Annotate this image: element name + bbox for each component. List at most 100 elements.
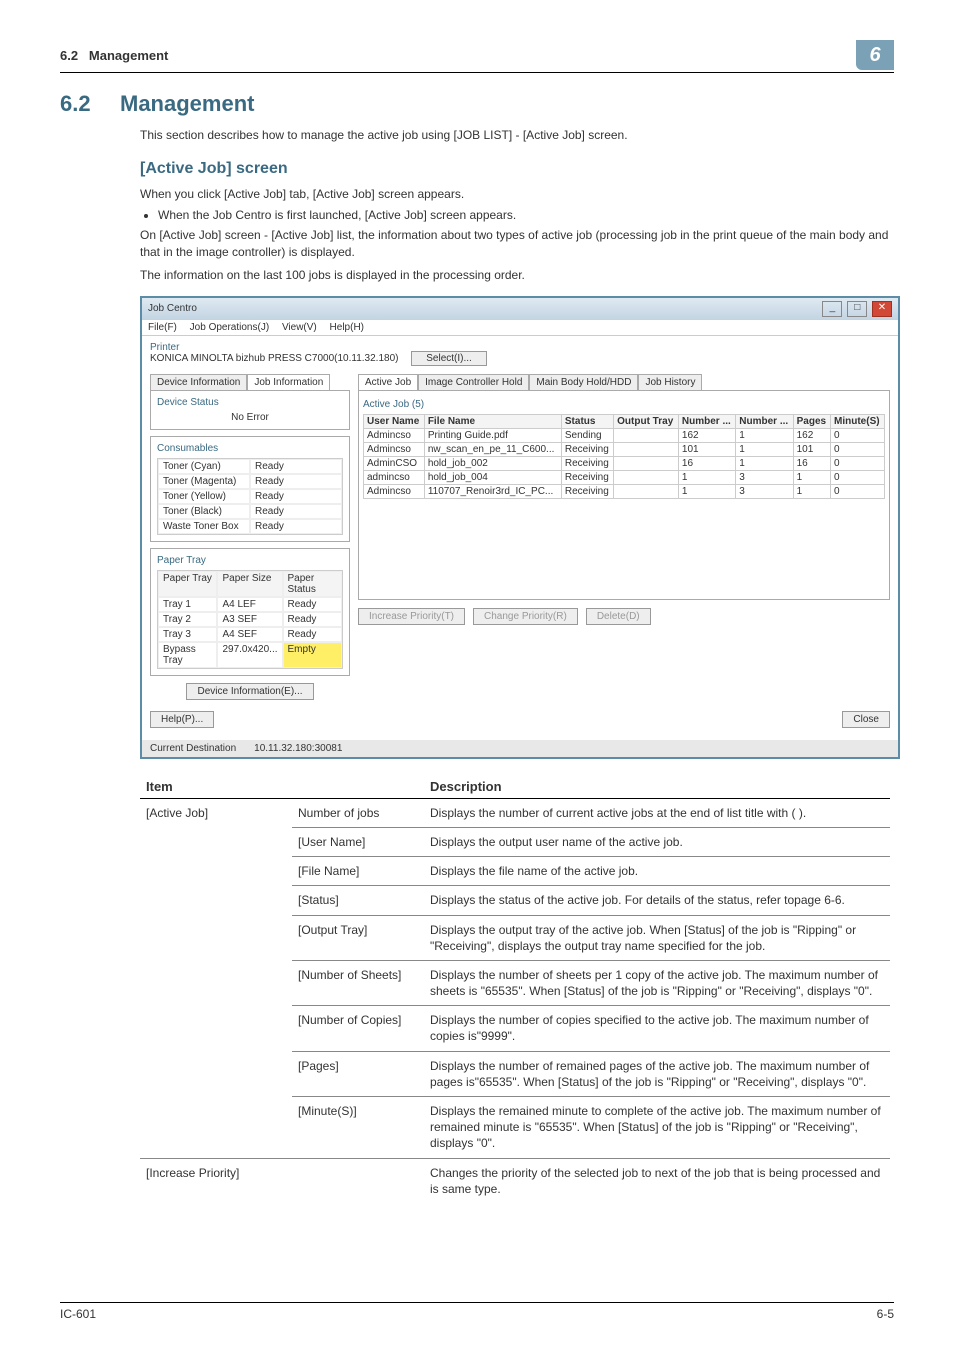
tray-cell: 297.0x420... bbox=[217, 642, 282, 668]
select-button[interactable]: Select(I)... bbox=[411, 351, 487, 366]
desc-text: Displays the number of copies specified … bbox=[424, 1006, 890, 1051]
desc-sub: [Pages] bbox=[292, 1051, 424, 1096]
desc-text: Displays the number of current active jo… bbox=[424, 798, 890, 827]
desc-text: Displays the number of remained pages of… bbox=[424, 1051, 890, 1096]
job-cell bbox=[614, 456, 679, 470]
job-cell: admincso bbox=[364, 470, 425, 484]
consumable-cell: Ready bbox=[250, 519, 342, 534]
tray-cell: Ready bbox=[283, 627, 342, 642]
increase-priority-button[interactable]: Increase Priority(T) bbox=[358, 608, 465, 625]
heading-2: [Active Job] screen bbox=[60, 160, 894, 178]
job-cell bbox=[614, 442, 679, 456]
table-row[interactable]: AdmincsoPrinting Guide.pdfSending1621162… bbox=[364, 428, 885, 442]
help-button[interactable]: Help(P)... bbox=[150, 711, 214, 728]
job-cell: 16 bbox=[793, 456, 830, 470]
tab-active-job[interactable]: Active Job bbox=[358, 374, 418, 390]
status-address: 10.11.32.180:30081 bbox=[254, 743, 342, 754]
job-col: Pages bbox=[793, 414, 830, 428]
consumable-cell: Ready bbox=[250, 504, 342, 519]
job-cell: 162 bbox=[793, 428, 830, 442]
table-row[interactable]: admincsohold_job_004Receiving1310 bbox=[364, 470, 885, 484]
delete-button[interactable]: Delete(D) bbox=[586, 608, 651, 625]
desc-text: Displays the output user name of the act… bbox=[424, 827, 890, 856]
tab-mainbody-hold[interactable]: Main Body Hold/HDD bbox=[529, 374, 638, 390]
consumable-cell: Waste Toner Box bbox=[158, 519, 250, 534]
paragraph: When you click [Active Job] tab, [Active… bbox=[140, 186, 894, 203]
desc-item: [Active Job] bbox=[140, 798, 292, 1158]
desc-text: Displays the number of sheets per 1 copy… bbox=[424, 960, 890, 1005]
tray-cell: Tray 1 bbox=[158, 597, 217, 612]
tray-head: Paper Tray bbox=[158, 571, 217, 597]
tray-cell: A4 LEF bbox=[217, 597, 282, 612]
job-cell: 0 bbox=[831, 442, 885, 456]
consumable-cell: Toner (Yellow) bbox=[158, 489, 250, 504]
tab-ic-hold[interactable]: Image Controller Hold bbox=[418, 374, 529, 390]
job-cell bbox=[614, 484, 679, 498]
menu-job-ops[interactable]: Job Operations(J) bbox=[190, 322, 269, 333]
tab-job-info[interactable]: Job Information bbox=[247, 374, 330, 390]
job-cell: 1 bbox=[793, 470, 830, 484]
tab-device-info[interactable]: Device Information bbox=[150, 374, 247, 390]
consumable-cell: Toner (Black) bbox=[158, 504, 250, 519]
job-col: Minute(S) bbox=[831, 414, 885, 428]
job-cell: 0 bbox=[831, 428, 885, 442]
desc-text: Displays the output tray of the active j… bbox=[424, 915, 890, 960]
paper-tray-grid: Paper TrayPaper SizePaper StatusTray 1A4… bbox=[157, 570, 343, 669]
menu-file[interactable]: File(F) bbox=[148, 322, 177, 333]
job-col: Status bbox=[561, 414, 613, 428]
desc-sub: [Number of Copies] bbox=[292, 1006, 424, 1051]
consumable-cell: Ready bbox=[250, 474, 342, 489]
tray-cell: Bypass Tray bbox=[158, 642, 217, 668]
consumable-cell: Ready bbox=[250, 489, 342, 504]
desc-sub: [Minute(S)] bbox=[292, 1097, 424, 1159]
active-job-count: Active Job (5) bbox=[363, 399, 885, 410]
paragraph: The information on the last 100 jobs is … bbox=[140, 267, 894, 284]
tray-cell: Empty bbox=[283, 642, 342, 668]
job-cell bbox=[614, 428, 679, 442]
job-cell: Sending bbox=[561, 428, 613, 442]
status-dest-label: Current Destination bbox=[150, 743, 236, 754]
desc-text: Changes the priority of the selected job… bbox=[424, 1158, 890, 1203]
change-priority-button[interactable]: Change Priority(R) bbox=[473, 608, 578, 625]
device-status-value: No Error bbox=[157, 412, 343, 423]
job-cell: hold_job_004 bbox=[424, 470, 561, 484]
close-button[interactable]: Close bbox=[842, 711, 890, 728]
heading-1: 6.2Management bbox=[60, 91, 894, 117]
job-col: Number ... bbox=[736, 414, 793, 428]
menu-help[interactable]: Help(H) bbox=[330, 322, 364, 333]
job-cell: 0 bbox=[831, 470, 885, 484]
desc-row: [Increase Priority]Changes the priority … bbox=[140, 1158, 890, 1203]
table-row[interactable]: AdminCSOhold_job_002Receiving161160 bbox=[364, 456, 885, 470]
job-cell: 1 bbox=[678, 470, 735, 484]
menu-view[interactable]: View(V) bbox=[282, 322, 317, 333]
job-cell: 1 bbox=[736, 428, 793, 442]
minimize-icon[interactable]: _ bbox=[822, 301, 842, 317]
job-cell bbox=[614, 470, 679, 484]
device-info-button[interactable]: Device Information(E)... bbox=[186, 683, 313, 700]
job-cell: 0 bbox=[831, 484, 885, 498]
section-number: 6.2 bbox=[60, 48, 78, 63]
desc-sub: [Number of Sheets] bbox=[292, 960, 424, 1005]
desc-sub: [User Name] bbox=[292, 827, 424, 856]
table-row[interactable]: Admincso110707_Renoir3rd_IC_PC...Receivi… bbox=[364, 484, 885, 498]
job-cell: Receiving bbox=[561, 470, 613, 484]
maximize-icon[interactable]: □ bbox=[847, 301, 867, 317]
table-row[interactable]: Admincsonw_scan_en_pe_11_C600...Receivin… bbox=[364, 442, 885, 456]
job-cell: Printing Guide.pdf bbox=[424, 428, 561, 442]
dtable-head-desc: Description bbox=[424, 775, 890, 799]
consumable-cell: Toner (Magenta) bbox=[158, 474, 250, 489]
window-buttons: _ □ ✕ bbox=[820, 301, 892, 317]
menu-bar: File(F) Job Operations(J) View(V) Help(H… bbox=[142, 320, 898, 336]
job-cell: Receiving bbox=[561, 456, 613, 470]
close-icon[interactable]: ✕ bbox=[872, 301, 892, 317]
tab-job-history[interactable]: Job History bbox=[638, 374, 702, 390]
job-cell: 1 bbox=[678, 484, 735, 498]
job-cell: Admincso bbox=[364, 428, 425, 442]
tray-head: Paper Status bbox=[283, 571, 342, 597]
job-cell: 0 bbox=[831, 456, 885, 470]
job-cell: AdminCSO bbox=[364, 456, 425, 470]
consumables-grid: Toner (Cyan)ReadyToner (Magenta)ReadyTon… bbox=[157, 458, 343, 535]
device-status-title: Device Status bbox=[157, 397, 343, 408]
tray-cell: Tray 2 bbox=[158, 612, 217, 627]
footer-right: 6-5 bbox=[877, 1307, 894, 1321]
